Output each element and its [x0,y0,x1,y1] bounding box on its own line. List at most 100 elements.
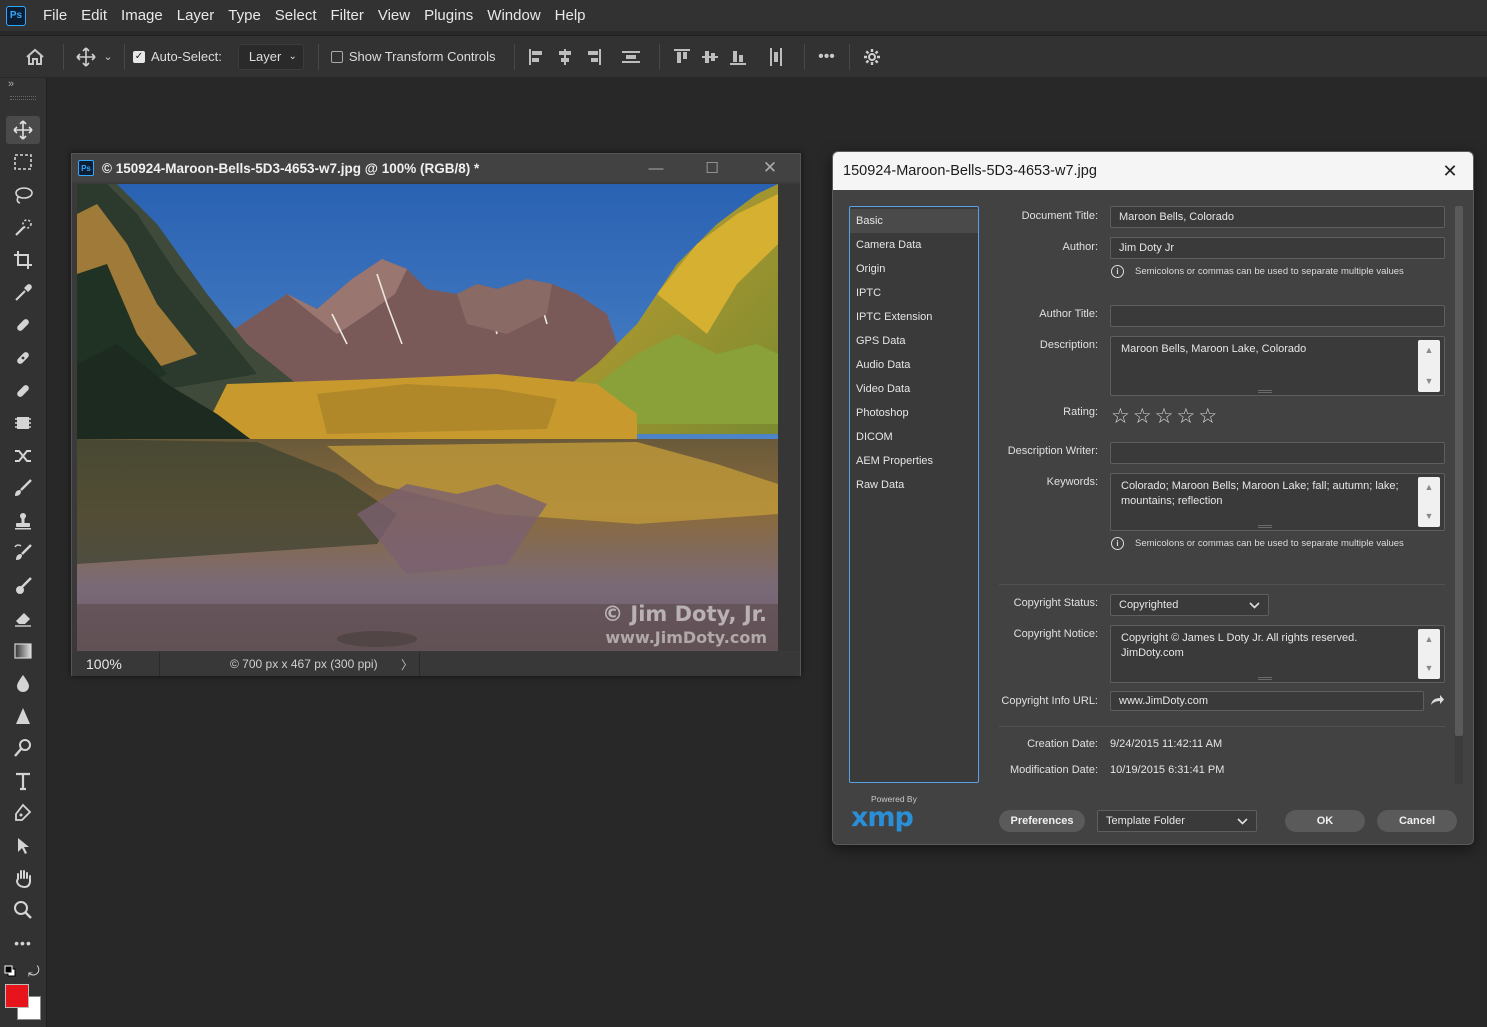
crop-tool-icon[interactable] [6,246,40,274]
author-title-field[interactable] [1110,305,1445,327]
scroll-down-icon[interactable]: ▼ [1425,374,1434,389]
scroll-up-icon[interactable]: ▲ [1425,480,1434,495]
gear-icon[interactable] [858,43,886,71]
swap-colors-icon[interactable]: ⤾ [28,963,40,980]
blur-tool-icon[interactable] [6,669,40,697]
show-transform-checkbox[interactable] [330,50,343,63]
chevron-down-icon[interactable]: ⌄ [100,43,116,71]
star-2-icon[interactable]: ☆ [1133,404,1152,429]
author-field[interactable]: Jim Doty Jr [1110,237,1445,259]
resize-grip-icon[interactable] [1257,677,1272,680]
default-colors-icon[interactable] [4,964,16,977]
menu-file[interactable]: File [36,7,74,24]
star-5-icon[interactable]: ☆ [1198,404,1217,429]
gradient-tool-icon[interactable] [6,637,40,665]
document-info[interactable]: © 700 px x 467 px (300 ppi) 〉 [220,652,420,676]
eraser-tool-icon[interactable] [6,604,40,632]
spot-healing-tool-icon[interactable] [6,311,40,339]
star-4-icon[interactable]: ☆ [1176,404,1195,429]
close-icon[interactable]: ✕ [760,158,780,178]
eyedropper-tool-icon[interactable] [6,279,40,307]
star-3-icon[interactable]: ☆ [1155,404,1174,429]
description-writer-field[interactable] [1110,442,1445,464]
menu-plugins[interactable]: Plugins [417,7,480,24]
minimize-icon[interactable]: — [646,158,666,178]
panel-grip-icon[interactable] [10,96,36,100]
history-brush-tool-icon[interactable] [6,539,40,567]
menu-layer[interactable]: Layer [170,7,222,24]
preferences-button[interactable]: Preferences [999,810,1085,832]
healing-brush-tool-icon[interactable] [6,377,40,405]
home-icon[interactable] [21,43,49,71]
resize-grip-icon[interactable] [1257,525,1272,528]
align-left-icon[interactable] [523,43,551,71]
chevron-right-icon[interactable]: 〉 [401,656,413,673]
scroll-up-icon[interactable]: ▲ [1425,343,1434,358]
path-selection-tool-icon[interactable] [6,832,40,860]
expand-panel-icon[interactable]: » [8,78,14,90]
category-origin[interactable]: Origin [850,257,978,281]
remove-tool-icon[interactable] [6,344,40,372]
star-1-icon[interactable]: ☆ [1111,404,1130,429]
menu-select[interactable]: Select [268,7,324,24]
copyright-url-field[interactable]: www.JimDoty.com [1110,691,1424,711]
align-top-icon[interactable] [668,43,696,71]
dodge-tool-icon[interactable] [6,734,40,762]
scroll-down-icon[interactable]: ▼ [1425,661,1434,676]
copyright-status-dropdown[interactable]: Copyrighted [1110,594,1269,616]
open-url-icon[interactable] [1429,693,1445,712]
brush-tool-icon[interactable] [6,474,40,502]
zoom-level-field[interactable]: 100% [72,652,160,676]
object-selection-tool-icon[interactable] [6,214,40,242]
menu-type[interactable]: Type [221,7,268,24]
dialog-scrollbar[interactable] [1455,206,1463,784]
pen-tool-icon[interactable] [6,799,40,827]
auto-select-target-dropdown[interactable]: Layer ⌄ [237,43,304,70]
template-folder-dropdown[interactable]: Template Folder [1097,810,1257,832]
hand-tool-icon[interactable] [6,864,40,892]
description-field[interactable]: Maroon Bells, Maroon Lake, Colorado ▲ ▼ [1110,336,1445,396]
dialog-scrollbar-thumb[interactable] [1455,206,1463,736]
copyright-notice-scrollbar[interactable]: ▲ ▼ [1418,629,1440,679]
document-title-field[interactable]: Maroon Bells, Colorado [1110,206,1445,228]
move-tool-icon[interactable] [6,116,40,144]
category-audio-data[interactable]: Audio Data [850,353,978,377]
align-right-icon[interactable] [579,43,607,71]
scroll-down-icon[interactable]: ▼ [1425,509,1434,524]
lasso-tool-icon[interactable] [6,181,40,209]
menu-image[interactable]: Image [114,7,170,24]
document-tab[interactable]: Ps © 150924-Maroon-Bells-5D3-4653-w7.jpg… [72,154,800,182]
document-vertical-scrollbar[interactable] [778,184,800,651]
copyright-notice-field[interactable]: Copyright © James L Doty Jr. All rights … [1110,625,1445,683]
move-tool-icon[interactable] [72,43,100,71]
marquee-tool-icon[interactable] [6,148,40,176]
more-tools-icon[interactable]: ••• [6,929,40,957]
auto-select-checkbox[interactable]: ✓ [133,50,145,63]
frame-tool-icon[interactable] [6,409,40,437]
menu-edit[interactable]: Edit [74,7,114,24]
menu-view[interactable]: View [371,7,417,24]
document-canvas-image[interactable]: © Jim Doty, Jr. www.JimDoty.com [77,184,778,651]
cancel-button[interactable]: Cancel [1377,810,1457,832]
distribute-vertical-icon[interactable] [762,43,790,71]
more-options-icon[interactable]: ••• [813,43,841,71]
align-vertical-center-icon[interactable] [696,43,724,71]
resize-grip-icon[interactable] [1257,390,1272,393]
description-scrollbar[interactable]: ▲ ▼ [1418,340,1440,392]
keywords-scrollbar[interactable]: ▲ ▼ [1418,477,1440,527]
category-iptc[interactable]: IPTC [850,281,978,305]
zoom-tool-icon[interactable] [6,896,40,924]
category-video-data[interactable]: Video Data [850,377,978,401]
content-aware-move-tool-icon[interactable] [6,442,40,470]
distribute-horizontal-icon[interactable] [617,43,645,71]
foreground-color-swatch[interactable] [5,984,29,1008]
close-icon[interactable]: ✕ [1439,160,1461,182]
sharpen-tool-icon[interactable] [6,702,40,730]
type-tool-icon[interactable] [6,767,40,795]
mixer-brush-tool-icon[interactable] [6,572,40,600]
scroll-up-icon[interactable]: ▲ [1425,632,1434,647]
ok-button[interactable]: OK [1285,810,1365,832]
menu-window[interactable]: Window [480,7,547,24]
maximize-icon[interactable]: ☐ [702,158,722,178]
menu-help[interactable]: Help [548,7,593,24]
